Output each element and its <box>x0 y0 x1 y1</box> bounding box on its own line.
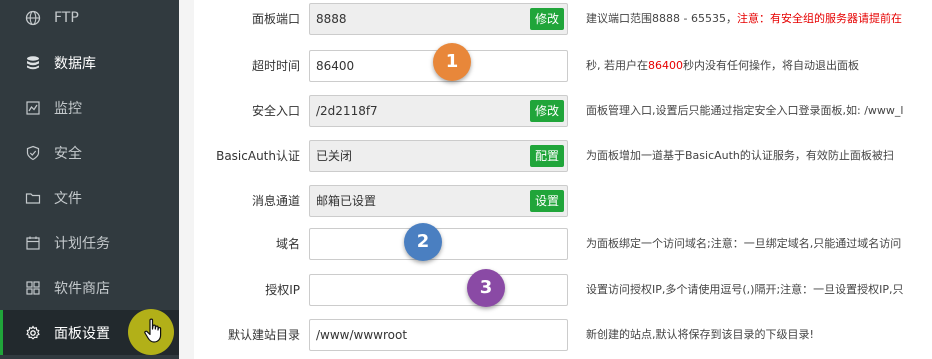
setting-row-domain: 域名 为面板绑定一个访问域名;注意：一旦绑定域名,只能通过域名访问 <box>194 224 932 264</box>
authorized-ip-input[interactable] <box>309 274 568 306</box>
basic-auth-config-button[interactable]: 配置 <box>529 145 564 167</box>
sidebar-item-label: 数据库 <box>54 55 96 72</box>
setting-row-panel-port: 面板端口 8888 修改 建议端口范围8888 - 65535，注意：有安全组的… <box>194 0 932 39</box>
setting-row-default-site-dir: 默认建站目录 /www/wwwroot 新创建的站点,默认将保存到该目录的下级目… <box>194 315 932 355</box>
setting-row-basic-auth: BasicAuth认证 已关闭 配置 为面板增加一道基于BasicAuth的认证… <box>194 136 932 176</box>
globe-icon <box>24 9 42 27</box>
gear-icon <box>24 324 42 342</box>
monitor-icon <box>24 99 42 117</box>
sidebar-item-label: 监控 <box>54 100 82 117</box>
default-site-dir-input[interactable]: /www/wwwroot <box>309 319 568 351</box>
sidebar-item-label: 计划任务 <box>54 235 110 252</box>
authorized-ip-hint: 设置访问授权IP,多个请使用逗号(,)隔开;注意：一旦设置授权IP,只 <box>586 283 904 296</box>
sidebar-item-label: FTP <box>54 9 79 26</box>
authorized-ip-label: 授权IP <box>265 283 300 297</box>
security-entry-value: /2d2118f7 <box>316 104 378 118</box>
message-channel-value: 邮箱已设置 <box>316 194 377 208</box>
basic-auth-value: 已关闭 <box>316 149 353 163</box>
timeout-value: 86400 <box>316 59 355 73</box>
timeout-hint: 秒, 若用户在86400秒内没有任何操作，将自动退出面板 <box>586 59 859 72</box>
setting-row-security-entry: 安全入口 /2d2118f7 修改 面板管理入口,设置后只能通过指定安全入口登录… <box>194 91 932 131</box>
timeout-label: 超时时间 <box>251 59 300 73</box>
sidebar-item-security[interactable]: 安全 <box>0 130 179 175</box>
panel-port-modify-button[interactable]: 修改 <box>529 8 564 30</box>
sidebar-item-app-store[interactable]: 软件商店 <box>0 265 179 310</box>
sidebar-item-monitor[interactable]: 监控 <box>0 85 179 130</box>
default-site-dir-hint: 新创建的站点,默认将保存到该目录的下级目录! <box>586 328 814 341</box>
sidebar-item-ftp[interactable]: FTP <box>0 0 179 40</box>
sidebar-item-label: 面板设置 <box>54 325 110 342</box>
sidebar: FTP 数据库 监控 安全 文件 计划任务 软件商店 面板设置 <box>0 0 179 359</box>
domain-label: 域名 <box>275 237 300 251</box>
panel-port-field[interactable]: 8888 修改 <box>309 3 568 35</box>
default-site-dir-label: 默认建站目录 <box>227 328 300 342</box>
setting-row-timeout: 超时时间 86400 秒, 若用户在86400秒内没有任何操作，将自动退出面板 <box>194 46 932 86</box>
settings-panel: 面板端口 8888 修改 建议端口范围8888 - 65535，注意：有安全组的… <box>194 0 932 359</box>
basic-auth-field[interactable]: 已关闭 配置 <box>309 140 568 172</box>
annotation-badge-3: 3 <box>467 269 505 307</box>
shield-icon <box>24 144 42 162</box>
sidebar-item-database[interactable]: 数据库 <box>0 40 179 85</box>
message-channel-set-button[interactable]: 设置 <box>529 190 564 212</box>
sidebar-item-label: 安全 <box>54 145 82 162</box>
basic-auth-label: BasicAuth认证 <box>216 149 300 163</box>
annotation-badge-1: 1 <box>433 43 471 81</box>
domain-hint: 为面板绑定一个访问域名;注意：一旦绑定域名,只能通过域名访问 <box>586 237 902 250</box>
database-icon <box>24 54 42 72</box>
default-site-dir-value: /www/wwwroot <box>316 328 408 342</box>
grid-icon <box>24 279 42 297</box>
panel-port-hint: 建议端口范围8888 - 65535，注意：有安全组的服务器请提前在 <box>586 12 902 25</box>
annotation-badge-2: 2 <box>404 223 442 261</box>
security-entry-field[interactable]: /2d2118f7 修改 <box>309 95 568 127</box>
calendar-icon <box>24 234 42 252</box>
setting-row-message-channel: 消息通道 邮箱已设置 设置 <box>194 181 932 221</box>
security-entry-hint: 面板管理入口,设置后只能通过指定安全入口登录面板,如: /www_l <box>586 104 904 117</box>
message-channel-field[interactable]: 邮箱已设置 设置 <box>309 185 568 217</box>
setting-row-authorized-ip: 授权IP 设置访问授权IP,多个请使用逗号(,)隔开;注意：一旦设置授权IP,只 <box>194 270 932 310</box>
panel-port-warning: 注意：有安全组的服务器请提前在 <box>736 12 902 25</box>
panel-port-value: 8888 <box>316 12 347 26</box>
panel-port-label: 面板端口 <box>251 12 300 26</box>
sidebar-item-cron[interactable]: 计划任务 <box>0 220 179 265</box>
sidebar-item-label: 软件商店 <box>54 280 110 297</box>
sidebar-item-files[interactable]: 文件 <box>0 175 179 220</box>
security-entry-modify-button[interactable]: 修改 <box>529 100 564 122</box>
sidebar-item-label: 文件 <box>54 190 82 207</box>
hand-cursor-icon <box>144 318 162 343</box>
content-gutter <box>179 0 194 359</box>
message-channel-label: 消息通道 <box>251 194 300 208</box>
security-entry-label: 安全入口 <box>251 104 300 118</box>
folder-icon <box>24 189 42 207</box>
basic-auth-hint: 为面板增加一道基于BasicAuth的认证服务，有效防止面板被扫 <box>586 149 894 162</box>
timeout-hint-value: 86400 <box>648 59 683 72</box>
